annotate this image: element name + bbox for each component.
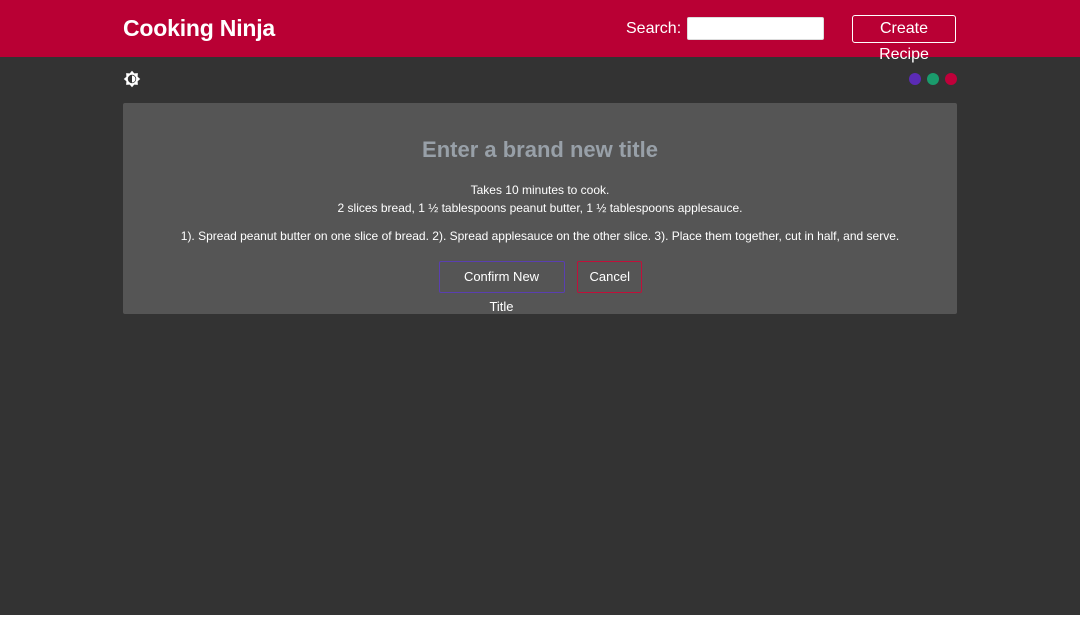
recipe-card: Enter a brand new title Takes 10 minutes…	[123, 103, 957, 314]
cancel-button[interactable]: Cancel	[576, 261, 642, 293]
theme-color-swatches	[909, 73, 957, 85]
create-recipe-button[interactable]: Create Recipe	[852, 15, 956, 63]
swatch-green[interactable]	[927, 73, 939, 85]
recipe-method: 1). Spread peanut butter on one slice of…	[180, 229, 900, 243]
brand-logo[interactable]: Cooking Ninja	[123, 13, 275, 43]
recipe-cook-time: Takes 10 minutes to cook.	[470, 183, 610, 197]
search-label: Search:	[626, 19, 682, 37]
navbar: Cooking Ninja Search: Create Recipe	[0, 0, 1080, 63]
recipe-title: Enter a brand new title	[422, 137, 658, 162]
title-edit-actions: Confirm New Title Cancel	[123, 261, 957, 314]
app-root: Cooking Ninja Search: Create Recipe Ente…	[0, 0, 1080, 615]
recipe-ingredients: 2 slices bread, 1 ½ tablespoons peanut b…	[337, 201, 743, 215]
swatch-purple[interactable]	[909, 73, 921, 85]
brightness-toggle-icon[interactable]	[123, 70, 141, 88]
search-input[interactable]	[687, 17, 825, 40]
confirm-new-title-button[interactable]: Confirm New Title	[438, 261, 565, 314]
search-bar: Search:	[626, 16, 825, 41]
swatch-crimson[interactable]	[945, 73, 957, 85]
